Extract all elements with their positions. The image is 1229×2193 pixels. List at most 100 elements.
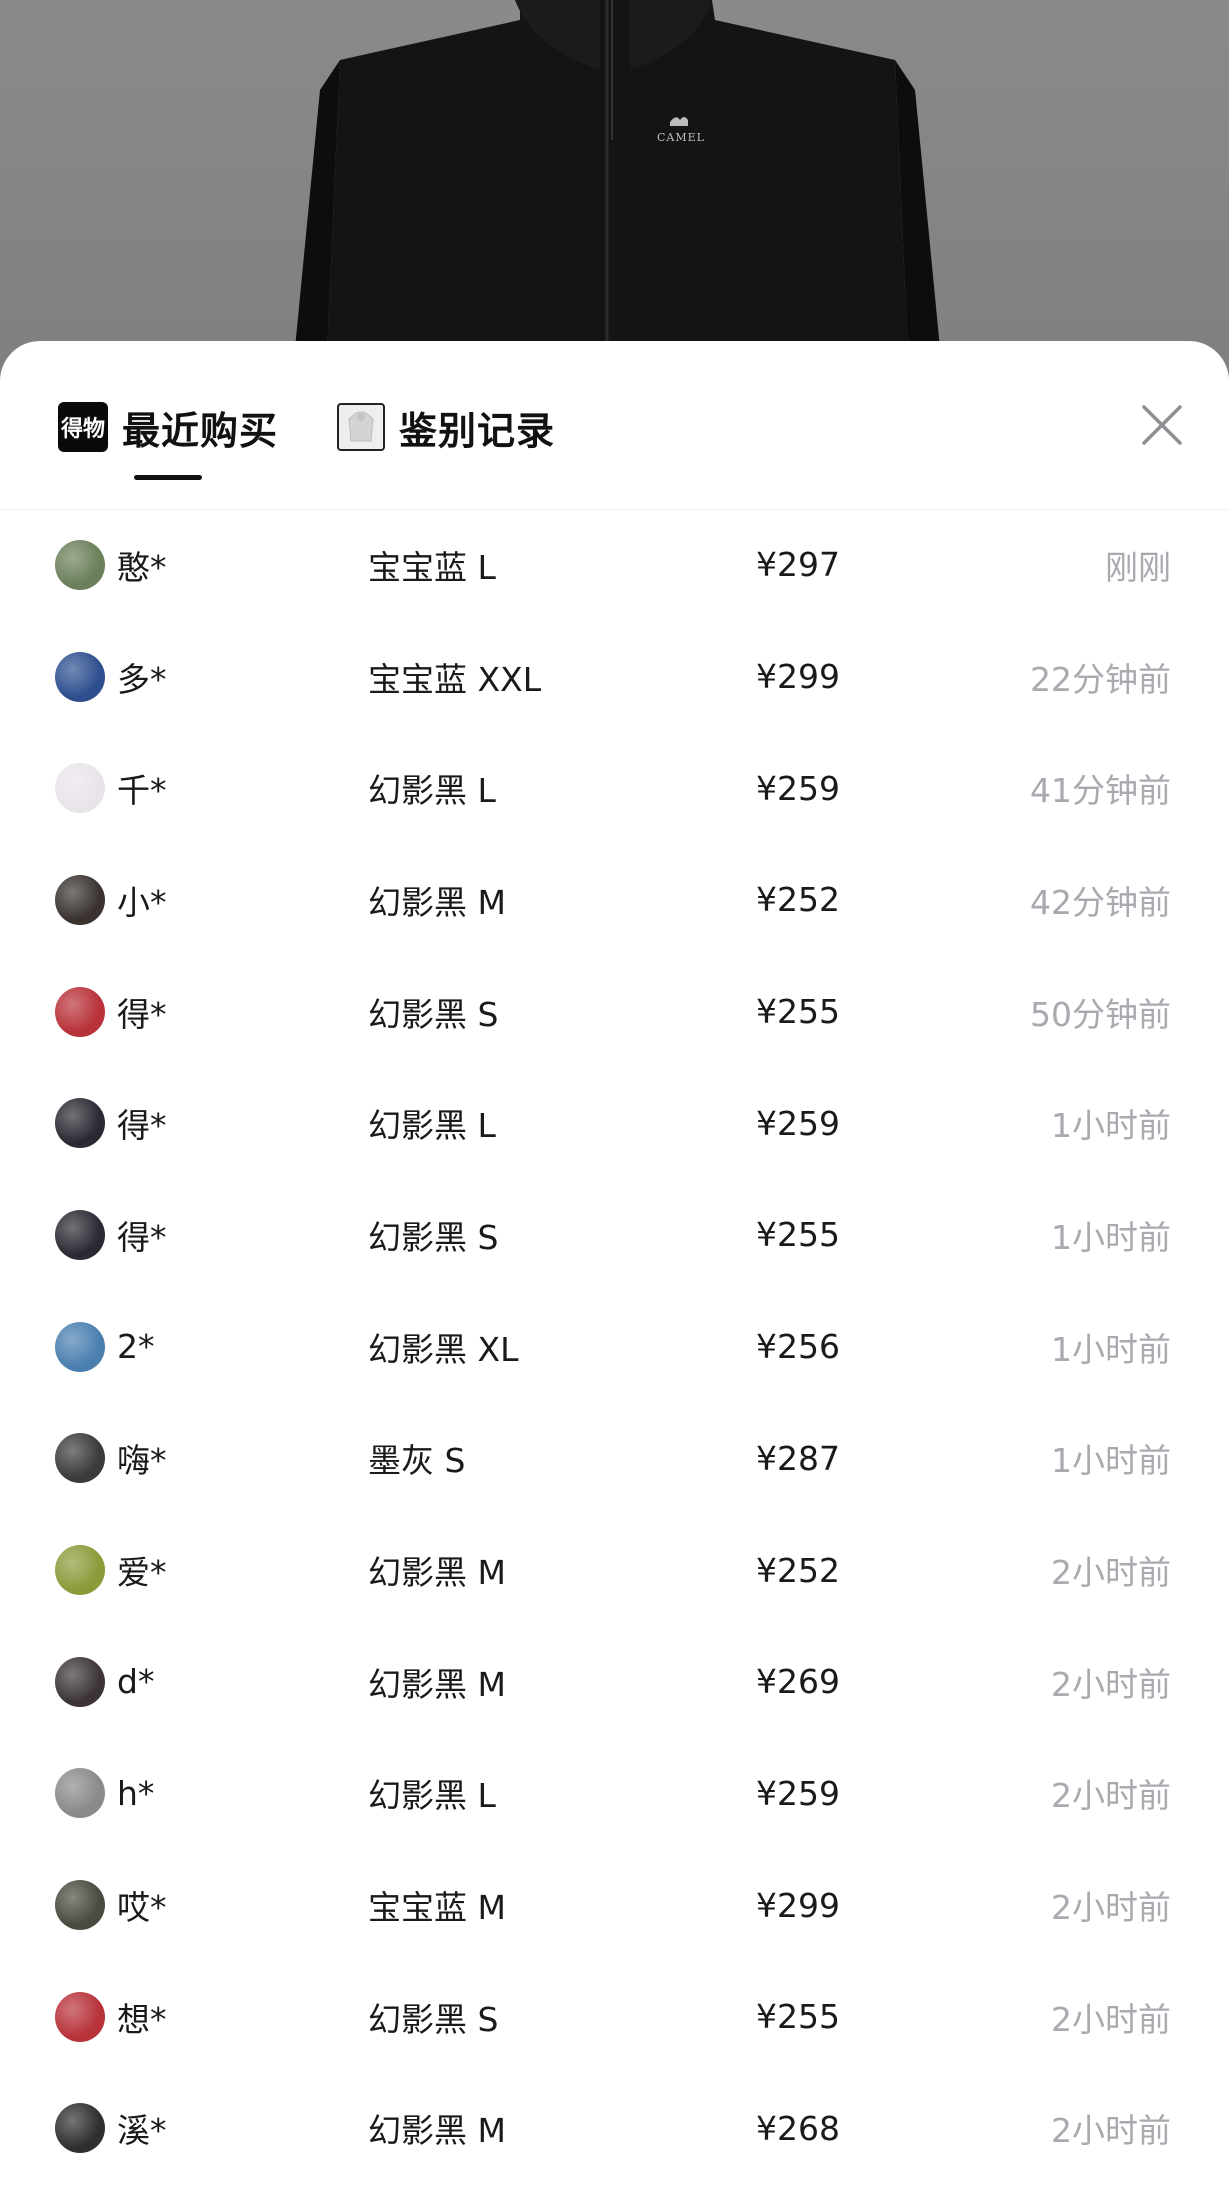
user-avatar — [55, 986, 105, 1037]
buyer-name: 2* — [117, 1327, 155, 1367]
hoodie-thumbnail-icon — [337, 403, 385, 451]
purchase-row: 得* 幻影黑 L ¥259 1小时前 — [0, 1067, 1229, 1179]
user-avatar — [55, 1433, 105, 1484]
purchase-price: ¥256 — [756, 1327, 840, 1367]
buyer-name: 千* — [117, 771, 167, 811]
purchase-row: 爱* 幻影黑 M ¥252 2小时前 — [0, 1514, 1229, 1626]
purchase-time: 刚刚 — [1105, 547, 1171, 587]
purchase-price: ¥259 — [756, 768, 840, 808]
purchase-row: 憨* 宝宝蓝 L ¥297 刚刚 — [0, 509, 1229, 621]
purchase-time: 22分钟前 — [1030, 659, 1171, 699]
buyer-name: 憨* — [117, 547, 167, 587]
user-avatar — [55, 539, 105, 590]
product-spec: 幻影黑 M — [368, 1553, 506, 1593]
purchase-price: ¥299 — [756, 657, 840, 697]
brand-logo-text: CAMEL — [657, 131, 705, 144]
purchase-price: ¥269 — [756, 1662, 840, 1702]
buyer-name: 想* — [117, 1999, 167, 2039]
tab-label: 最近购买 — [122, 408, 279, 453]
purchase-time: 2小时前 — [1051, 2111, 1171, 2151]
buyer-name: 哎* — [117, 1888, 167, 1928]
purchase-price: ¥255 — [756, 1215, 840, 1255]
purchase-list: 憨* 宝宝蓝 L ¥297 刚刚 多* 宝宝蓝 XXL ¥299 22分钟前 千… — [0, 509, 1229, 2184]
purchase-price: ¥259 — [756, 1103, 840, 1143]
close-icon — [1142, 405, 1182, 445]
product-spec: 宝宝蓝 L — [368, 547, 496, 587]
purchase-time: 41分钟前 — [1030, 771, 1171, 811]
tab-recent-purchases[interactable]: 得物 最近购买 — [58, 399, 278, 455]
purchase-time: 2小时前 — [1051, 1553, 1171, 1593]
close-button[interactable] — [1138, 401, 1186, 449]
user-avatar — [55, 651, 105, 702]
buyer-name: 嗨* — [117, 1441, 167, 1481]
purchase-price: ¥255 — [756, 1997, 840, 2037]
active-tab-indicator — [134, 475, 202, 480]
purchase-price: ¥259 — [756, 1773, 840, 1813]
purchase-price: ¥297 — [756, 545, 840, 585]
product-spec: 宝宝蓝 XXL — [368, 659, 542, 699]
purchase-time: 1小时前 — [1051, 1217, 1171, 1257]
purchase-price: ¥268 — [756, 2108, 840, 2148]
purchase-row: d* 幻影黑 M ¥269 2小时前 — [0, 1626, 1229, 1738]
purchase-row: 得* 幻影黑 S ¥255 50分钟前 — [0, 956, 1229, 1068]
product-spec: 幻影黑 S — [368, 1999, 499, 2039]
tab-bar: 得物 最近购买 鉴别记录 — [0, 341, 1229, 510]
dewu-logo-icon: 得物 — [58, 402, 108, 452]
product-image: CAMEL — [0, 0, 1229, 400]
product-spec: 宝宝蓝 M — [368, 1888, 506, 1928]
product-spec: 幻影黑 M — [368, 882, 506, 922]
recent-purchases-sheet: 得物 最近购买 鉴别记录 憨* 宝宝蓝 L ¥297 刚刚 多* 宝宝蓝 XXL… — [0, 341, 1229, 2193]
product-spec: 幻影黑 S — [368, 1217, 499, 1257]
tab-label: 鉴别记录 — [399, 408, 556, 453]
purchase-row: 嗨* 墨灰 S ¥287 1小时前 — [0, 1403, 1229, 1515]
purchase-price: ¥252 — [756, 880, 840, 920]
purchase-row: 溪* 幻影黑 M ¥268 2小时前 — [0, 2073, 1229, 2185]
user-avatar — [55, 2103, 105, 2154]
buyer-name: 小* — [117, 882, 167, 922]
purchase-time: 42分钟前 — [1030, 882, 1171, 922]
buyer-name: 多* — [117, 659, 167, 699]
user-avatar — [55, 1880, 105, 1931]
purchase-row: 多* 宝宝蓝 XXL ¥299 22分钟前 — [0, 621, 1229, 733]
user-avatar — [55, 1545, 105, 1596]
buyer-name: 得* — [117, 994, 167, 1034]
purchase-time: 1小时前 — [1051, 1441, 1171, 1481]
user-avatar — [55, 1209, 105, 1260]
user-avatar — [55, 1656, 105, 1707]
purchase-time: 2小时前 — [1051, 1664, 1171, 1704]
user-avatar — [55, 763, 105, 814]
product-spec: 幻影黑 M — [368, 2111, 506, 2151]
purchase-row: 想* 幻影黑 S ¥255 2小时前 — [0, 1961, 1229, 2073]
user-avatar — [55, 1991, 105, 2042]
purchase-row: 得* 幻影黑 S ¥255 1小时前 — [0, 1179, 1229, 1291]
purchase-time: 2小时前 — [1051, 1888, 1171, 1928]
product-spec: 幻影黑 S — [368, 994, 499, 1034]
product-spec: 幻影黑 M — [368, 1664, 506, 1704]
purchase-time: 2小时前 — [1051, 1999, 1171, 2039]
product-spec: 幻影黑 XL — [368, 1329, 519, 1369]
purchase-time: 50分钟前 — [1030, 994, 1171, 1034]
buyer-name: 得* — [117, 1106, 167, 1146]
user-avatar — [55, 1321, 105, 1372]
purchase-row: h* 幻影黑 L ¥259 2小时前 — [0, 1738, 1229, 1850]
buyer-name: 爱* — [117, 1553, 167, 1593]
purchase-price: ¥299 — [756, 1885, 840, 1925]
purchase-row: 2* 幻影黑 XL ¥256 1小时前 — [0, 1291, 1229, 1403]
buyer-name: 得* — [117, 1217, 167, 1257]
product-spec: 幻影黑 L — [368, 771, 496, 811]
user-avatar — [55, 1098, 105, 1149]
tab-authentication-records[interactable]: 鉴别记录 — [337, 399, 555, 455]
purchase-row: 千* 幻影黑 L ¥259 41分钟前 — [0, 732, 1229, 844]
purchase-row: 小* 幻影黑 M ¥252 42分钟前 — [0, 844, 1229, 956]
purchase-price: ¥287 — [756, 1438, 840, 1478]
purchase-time: 1小时前 — [1051, 1106, 1171, 1146]
user-avatar — [55, 874, 105, 925]
user-avatar — [55, 1768, 105, 1819]
buyer-name: d* — [117, 1662, 155, 1702]
purchase-time: 2小时前 — [1051, 1776, 1171, 1816]
purchase-price: ¥255 — [756, 992, 840, 1032]
product-spec: 幻影黑 L — [368, 1106, 496, 1146]
purchase-price: ¥252 — [756, 1550, 840, 1590]
product-spec: 墨灰 S — [368, 1441, 466, 1481]
product-spec: 幻影黑 L — [368, 1776, 496, 1816]
